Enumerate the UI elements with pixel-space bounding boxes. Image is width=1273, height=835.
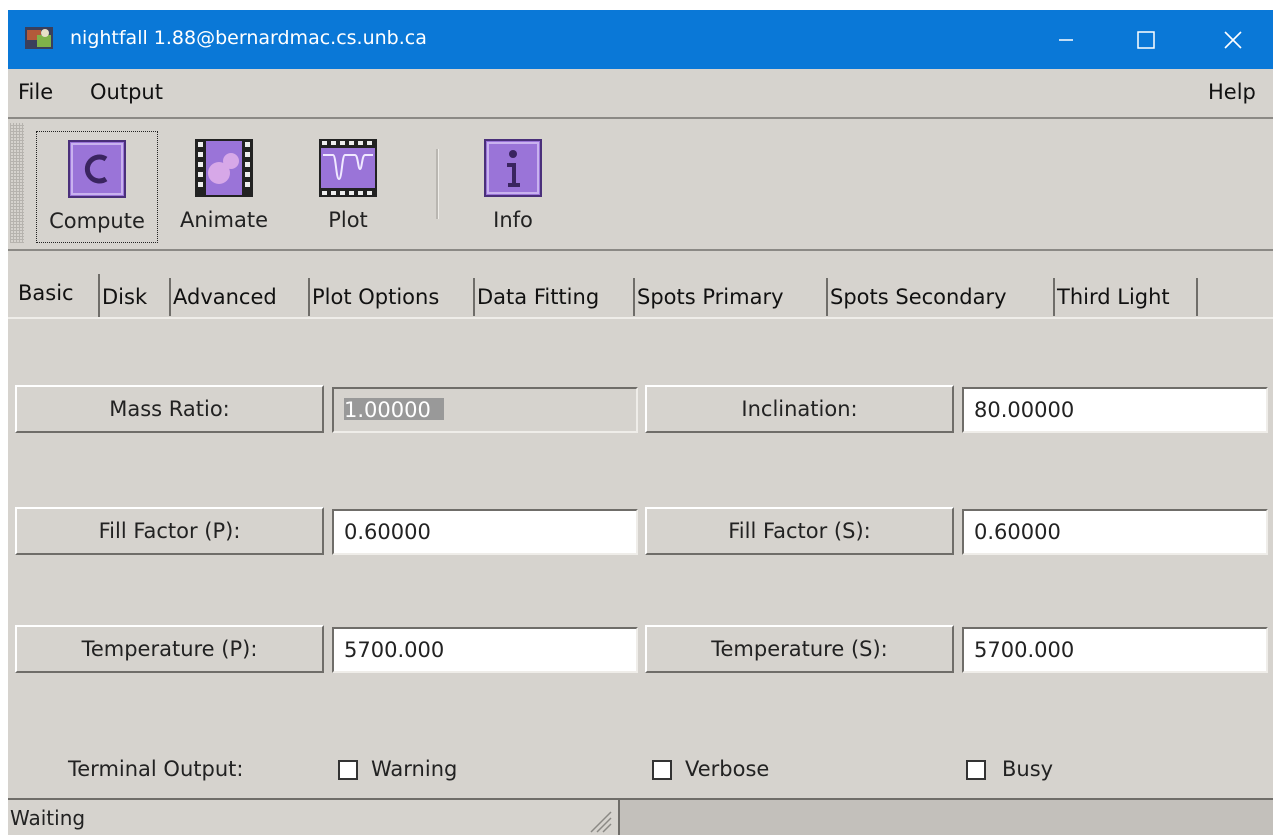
tab-label: Advanced (173, 285, 277, 309)
title-bar[interactable]: nightfall 1.88@bernardmac.cs.unb.ca (8, 10, 1273, 69)
tab-third-light[interactable]: Third Light (1053, 278, 1198, 316)
busy-checkbox[interactable] (966, 760, 986, 780)
tab-label: Plot Options (312, 285, 440, 309)
tab-basic[interactable]: Basic (14, 274, 100, 318)
status-bar-progress-area (620, 798, 1273, 835)
close-button[interactable] (1198, 10, 1268, 69)
tab-bar: Basic Disk Advanced Plot Options Data Fi… (8, 268, 1273, 320)
toolbar-separator (436, 149, 439, 219)
tab-disk[interactable]: Disk (98, 278, 171, 316)
busy-label[interactable]: Busy (1002, 757, 1053, 781)
tab-spots-secondary[interactable]: Spots Secondary (826, 278, 1055, 316)
application-window: nightfall 1.88@bernardmac.cs.unb.ca File… (8, 10, 1273, 835)
tab-advanced[interactable]: Advanced (169, 278, 310, 316)
fill-factor-p-button[interactable]: Fill Factor (P): (15, 507, 324, 555)
tab-label: Basic (18, 281, 74, 305)
tab-spots-primary[interactable]: Spots Primary (633, 278, 828, 316)
temperature-s-button[interactable]: Temperature (S): (645, 625, 954, 673)
terminal-output-label: Terminal Output: (68, 757, 244, 781)
mass-ratio-button[interactable]: Mass Ratio: (15, 385, 324, 433)
compute-label: Compute (49, 209, 145, 233)
warning-checkbox[interactable] (338, 760, 358, 780)
info-label: Info (493, 208, 533, 232)
close-icon (1224, 30, 1242, 49)
film-plot-icon (319, 139, 377, 197)
minimize-icon (1059, 38, 1073, 41)
plot-label: Plot (328, 208, 368, 232)
inclination-button[interactable]: Inclination: (645, 385, 954, 433)
inclination-input[interactable] (962, 387, 1268, 433)
tab-label: Spots Secondary (830, 285, 1007, 309)
mass-ratio-input[interactable] (332, 387, 638, 433)
verbose-checkbox[interactable] (652, 760, 672, 780)
compute-button[interactable]: Compute (36, 131, 158, 243)
temperature-p-button[interactable]: Temperature (P): (15, 625, 324, 673)
toolbar-grip-handle[interactable] (10, 123, 24, 243)
fill-factor-s-button[interactable]: Fill Factor (S): (645, 507, 954, 555)
minimize-button[interactable] (1031, 10, 1101, 69)
tab-plot-options[interactable]: Plot Options (308, 278, 475, 316)
resize-grip-icon[interactable] (586, 807, 612, 833)
temperature-s-input[interactable] (962, 627, 1268, 673)
verbose-label[interactable]: Verbose (685, 757, 769, 781)
tab-data-fitting[interactable]: Data Fitting (473, 278, 635, 316)
menu-output[interactable]: Output (90, 80, 163, 104)
temperature-p-input[interactable] (332, 627, 638, 673)
maximize-button[interactable] (1111, 10, 1181, 69)
menu-help[interactable]: Help (1208, 80, 1256, 104)
tab-label: Disk (102, 285, 148, 309)
warning-label[interactable]: Warning (371, 757, 457, 781)
window-title: nightfall 1.88@bernardmac.cs.unb.ca (70, 27, 427, 49)
plot-button[interactable]: Plot (298, 131, 398, 241)
menu-bar: File Output Help (8, 69, 1273, 117)
status-text: Waiting (10, 806, 86, 830)
menu-file[interactable]: File (18, 80, 53, 104)
animate-label: Animate (180, 208, 268, 232)
tab-label: Data Fitting (477, 285, 600, 309)
nightfall-app-icon (25, 27, 53, 49)
info-icon (484, 139, 542, 197)
fill-factor-p-input[interactable] (332, 509, 638, 555)
toolbar: Compute Animate Plot Info (8, 117, 1273, 251)
fill-factor-s-input[interactable] (962, 509, 1268, 555)
film-animate-icon (195, 139, 253, 197)
tab-label: Spots Primary (637, 285, 784, 309)
tab-panel-border (8, 317, 1273, 319)
info-button[interactable]: Info (463, 131, 563, 241)
animate-button[interactable]: Animate (168, 131, 280, 241)
status-bar: Waiting (8, 798, 620, 835)
compute-icon (68, 140, 126, 198)
maximize-icon (1137, 30, 1155, 49)
tab-label: Third Light (1057, 285, 1170, 309)
